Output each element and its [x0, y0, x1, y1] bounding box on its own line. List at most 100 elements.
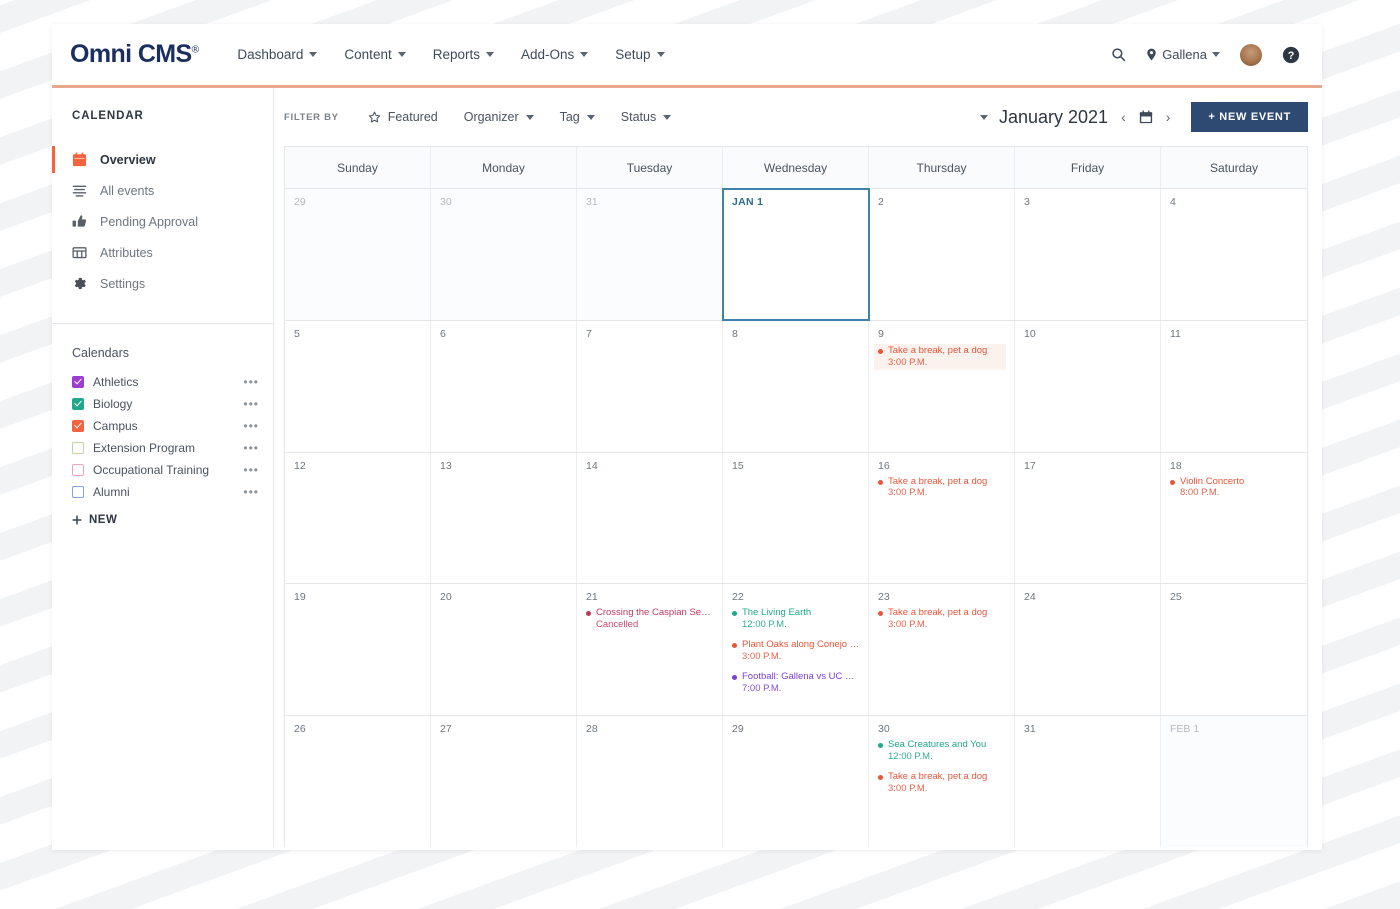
- calendar-day-cell[interactable]: 26: [285, 716, 431, 847]
- next-month-button[interactable]: ›: [1164, 109, 1173, 125]
- calendar-day-cell[interactable]: 27: [431, 716, 577, 847]
- calendar-day-cell[interactable]: 3: [1015, 189, 1161, 320]
- new-event-button[interactable]: + NEW EVENT: [1191, 102, 1308, 132]
- nav-item-reports[interactable]: Reports: [422, 41, 505, 68]
- brand-logo[interactable]: Omni CMS®: [70, 40, 199, 69]
- sidebar-item-pending-approval[interactable]: Pending Approval: [52, 206, 273, 237]
- calendar-day-cell[interactable]: 19: [285, 584, 431, 716]
- calendar-checkbox-extension-program[interactable]: [72, 441, 84, 454]
- sidebar-item-attributes[interactable]: Attributes: [52, 237, 273, 268]
- calendar-menu-button[interactable]: •••: [237, 419, 259, 433]
- calendar-checkbox-alumni[interactable]: [72, 485, 84, 498]
- filter-status[interactable]: Status: [608, 104, 684, 130]
- calendar-event[interactable]: Sea Creatures and You 12:00 P.M.: [878, 739, 1006, 764]
- event-body: Crossing the Caspian Sea... Cancelled: [596, 607, 714, 632]
- calendar-event[interactable]: Violin Concerto 8:00 P.M.: [1170, 476, 1299, 501]
- event-time: 12:00 P.M.: [888, 751, 933, 763]
- calendar-checkbox-occupational-training[interactable]: [72, 463, 84, 476]
- calendar-day-cell[interactable]: 9 Take a break, pet a dog 3:00 P.M.: [869, 320, 1015, 452]
- calendar-checkbox-biology[interactable]: [72, 397, 84, 410]
- calendar-name[interactable]: Alumni: [93, 485, 237, 499]
- calendar-picker-icon[interactable]: [1139, 110, 1153, 124]
- calendar-day-cell[interactable]: 29: [723, 716, 869, 847]
- month-chevron-down-icon[interactable]: [979, 114, 988, 120]
- calendar-menu-button[interactable]: •••: [237, 397, 259, 411]
- calendar-event[interactable]: Take a break, pet a dog 3:00 P.M.: [878, 607, 1006, 632]
- filter-featured[interactable]: Featured: [355, 104, 451, 130]
- calendar-menu-button[interactable]: •••: [237, 485, 259, 499]
- calendar-day-cell[interactable]: 8: [723, 320, 869, 452]
- calendar-day-cell[interactable]: 17: [1015, 452, 1161, 584]
- calendar-name[interactable]: Athletics: [93, 375, 237, 389]
- calendar-checkbox-campus[interactable]: [72, 419, 84, 432]
- calendar-name[interactable]: Occupational Training: [93, 463, 237, 477]
- help-icon[interactable]: ?: [1282, 46, 1300, 64]
- calendar-day-cell[interactable]: 16 Take a break, pet a dog 3:00 P.M.: [869, 452, 1015, 584]
- calendar-menu-button[interactable]: •••: [237, 441, 259, 455]
- calendar-day-cell[interactable]: 2: [869, 189, 1015, 320]
- calendar-day-cell[interactable]: 22 The Living Earth 12:00 P.M. Plant Oaks a…: [723, 584, 869, 716]
- app-body: CALENDAR Overview All events Pending Appro…: [52, 88, 1322, 847]
- nav-item-setup[interactable]: Setup: [604, 41, 675, 68]
- calendar-day-cell[interactable]: 20: [431, 584, 577, 716]
- day-number: 27: [440, 723, 452, 736]
- avatar[interactable]: [1240, 43, 1262, 66]
- day-number: 13: [440, 459, 452, 472]
- filter-tag[interactable]: Tag: [547, 104, 608, 130]
- calendar-day-cell[interactable]: 4: [1161, 189, 1307, 320]
- calendar-day-cell[interactable]: 30: [431, 189, 577, 320]
- calendar-day-cell[interactable]: 14: [577, 452, 723, 584]
- event-time: 3:00 P.M.: [888, 356, 928, 368]
- calendar-event[interactable]: Take a break, pet a dog 3:00 P.M.: [874, 343, 1006, 371]
- calendar-event[interactable]: Take a break, pet a dog 3:00 P.M.: [878, 476, 1006, 501]
- calendar-day-cell[interactable]: 5: [285, 320, 431, 452]
- calendar-day-cell[interactable]: 11: [1161, 321, 1307, 452]
- calendar-day-cell[interactable]: 12: [285, 452, 431, 584]
- calendar-event[interactable]: Take a break, pet a dog 3:00 P.M.: [878, 771, 1006, 796]
- calendar-day-cell[interactable]: 15: [723, 452, 869, 584]
- calendar-day-cell[interactable]: 10: [1015, 320, 1161, 452]
- site-selector[interactable]: Gallena: [1146, 47, 1220, 62]
- calendar-day-cell[interactable]: 7: [577, 320, 723, 452]
- calendar-event[interactable]: The Living Earth 12:00 P.M.: [732, 607, 860, 632]
- calendar-day-cell[interactable]: JAN 1: [722, 188, 870, 321]
- day-number: 3: [1024, 196, 1030, 208]
- nav-item-add-ons[interactable]: Add-Ons: [510, 41, 599, 68]
- day-number: 19: [294, 591, 306, 604]
- calendar-day-cell[interactable]: 28: [577, 716, 723, 847]
- sidebar-item-settings[interactable]: Settings: [52, 268, 273, 299]
- calendar-day-cell[interactable]: 30 Sea Creatures and You 12:00 P.M. Take a …: [869, 716, 1015, 847]
- calendar-day-cell[interactable]: 31: [1015, 716, 1161, 847]
- calendar-checkbox-athletics[interactable]: [72, 375, 84, 388]
- calendar-day-cell[interactable]: 31: [577, 189, 723, 320]
- filter-organizer[interactable]: Organizer: [451, 104, 547, 130]
- calendar-day-cell[interactable]: 21 Crossing the Caspian Sea... Cancelled: [577, 584, 723, 716]
- nav-item-content[interactable]: Content: [333, 41, 416, 68]
- calendar-name[interactable]: Campus: [93, 419, 237, 433]
- calendar-day-cell[interactable]: 13: [431, 452, 577, 584]
- prev-month-button[interactable]: ‹: [1119, 109, 1128, 125]
- calendar-day-cell[interactable]: 6: [431, 320, 577, 452]
- calendar-name[interactable]: Extension Program: [93, 441, 237, 455]
- calendar-day-cell[interactable]: 23 Take a break, pet a dog 3:00 P.M.: [869, 584, 1015, 716]
- header-actions: Gallena ?: [1111, 43, 1300, 66]
- filter-by-label: FILTER BY: [284, 111, 339, 123]
- calendar-day-cell[interactable]: 18 Violin Concerto 8:00 P.M.: [1161, 453, 1307, 584]
- calendar-event[interactable]: Crossing the Caspian Sea... Cancelled: [586, 607, 714, 632]
- sidebar-item-overview[interactable]: Overview: [52, 144, 273, 175]
- event-title: Sea Creatures and You: [888, 739, 987, 751]
- sidebar-item-all-events[interactable]: All events: [52, 175, 273, 206]
- calendar-day-cell[interactable]: 25: [1161, 584, 1307, 715]
- calendar-day-cell[interactable]: 29: [285, 189, 431, 320]
- new-calendar-button[interactable]: NEW: [72, 514, 259, 526]
- calendar-event[interactable]: Plant Oaks along Conejo Creek3:00 P.M.: [732, 639, 860, 664]
- calendar-menu-button[interactable]: •••: [237, 463, 259, 477]
- nav-item-dashboard[interactable]: Dashboard: [226, 41, 328, 68]
- calendar-day-cell[interactable]: FEB 1: [1161, 716, 1307, 847]
- calendar-menu-button[interactable]: •••: [237, 375, 259, 389]
- calendar-week-row: 19 20 21 Crossing the Caspian Sea... Cancell…: [285, 584, 1307, 717]
- calendar-day-cell[interactable]: 24: [1015, 584, 1161, 716]
- search-icon[interactable]: [1111, 47, 1126, 62]
- calendar-name[interactable]: Biology: [93, 397, 237, 411]
- calendar-event[interactable]: Football: Gallena vs UC San... 7:00 P.M.: [732, 671, 860, 696]
